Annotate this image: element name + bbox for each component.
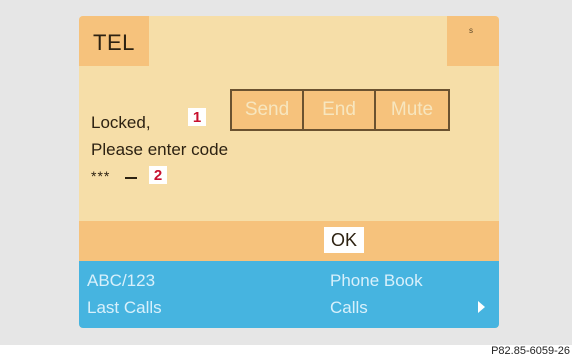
callout-marker-1: 1 [188,108,206,126]
softkey-bar: Send End Mute [230,89,450,131]
input-cursor [125,177,137,179]
ok-bar: OK [79,221,499,261]
enter-code-message: Please enter code [91,140,229,159]
menu-item-last-calls[interactable]: Last Calls [87,298,162,318]
title-tab: TEL [79,16,149,66]
title-text: TEL [93,30,135,55]
ok-button[interactable]: OK [324,227,364,253]
callout-marker-2: 2 [149,166,167,184]
right-arrow-icon [478,301,485,313]
locked-message: Locked, [91,113,151,132]
mute-softkey[interactable]: Mute [376,91,448,129]
corner-indicator: s [469,26,473,35]
menu-item-phone-book[interactable]: Phone Book [330,271,423,291]
menu-bar: ABC/123 Last Calls Phone Book Calls [79,261,499,328]
figure-code: P82.85-6059-26 [491,345,570,357]
menu-item-abc123[interactable]: ABC/123 [87,271,155,291]
corner-tab: s [447,16,499,66]
display-screen: TEL s Send End Mute Locked, Please enter… [79,16,499,328]
code-entry-field[interactable]: *** [91,168,110,184]
send-softkey[interactable]: Send [232,91,304,129]
menu-item-calls[interactable]: Calls [330,298,368,318]
end-softkey[interactable]: End [304,91,376,129]
